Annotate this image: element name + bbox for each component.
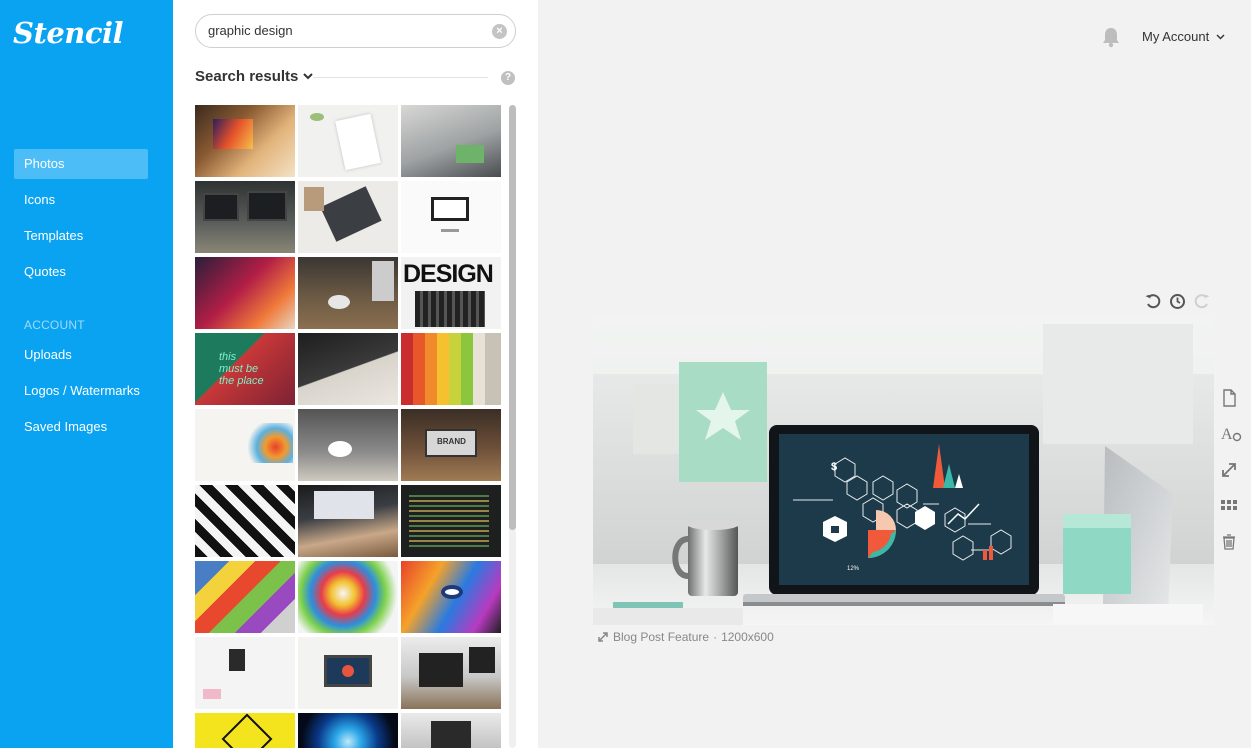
chevron-down-icon bbox=[303, 73, 314, 80]
chevron-down-icon bbox=[1216, 34, 1225, 39]
photo-thumbnail[interactable] bbox=[401, 333, 501, 405]
search-results-heading: Search results bbox=[195, 68, 299, 85]
sidebar-item-label: Photos bbox=[24, 156, 65, 171]
photo-thumbnail[interactable] bbox=[298, 713, 398, 748]
photo-results-grid: DESIGN this must be the place BRAND bbox=[195, 105, 501, 748]
sidebar-item-label: Quotes bbox=[24, 264, 66, 279]
sidebar-item-photos[interactable]: Photos bbox=[14, 149, 148, 179]
trash-icon[interactable] bbox=[1220, 533, 1238, 551]
caption-separator: · bbox=[713, 630, 718, 644]
photo-thumbnail[interactable] bbox=[195, 485, 295, 557]
new-page-icon[interactable] bbox=[1220, 389, 1238, 407]
template-name[interactable]: Blog Post Feature bbox=[613, 630, 709, 644]
photo-thumbnail[interactable] bbox=[298, 409, 398, 481]
photo-thumbnail[interactable] bbox=[195, 105, 295, 177]
undo-icon[interactable] bbox=[1145, 293, 1162, 310]
sidebar-item-uploads[interactable]: Uploads bbox=[14, 340, 148, 370]
search-results-dropdown[interactable]: Search results bbox=[195, 68, 314, 85]
sidebar-item-quotes[interactable]: Quotes bbox=[14, 257, 148, 287]
photo-thumbnail[interactable]: this must be the place bbox=[195, 333, 295, 405]
grid-icon[interactable] bbox=[1220, 497, 1238, 515]
photo-thumbnail[interactable] bbox=[401, 637, 501, 709]
sidebar-item-label: Uploads bbox=[24, 347, 72, 362]
svg-text:$: $ bbox=[831, 461, 837, 473]
canvas-image[interactable]: $ 12% bbox=[593, 314, 1214, 625]
help-icon[interactable]: ? bbox=[501, 71, 515, 85]
photo-thumbnail[interactable] bbox=[298, 257, 398, 329]
history-icon[interactable] bbox=[1169, 293, 1186, 310]
photo-thumbnail[interactable] bbox=[195, 257, 295, 329]
my-account-label: My Account bbox=[1142, 29, 1210, 44]
photo-thumbnail[interactable] bbox=[298, 561, 398, 633]
photo-thumbnail[interactable] bbox=[401, 105, 501, 177]
sidebar-item-templates[interactable]: Templates bbox=[14, 221, 148, 251]
search-panel: × Search results ? DESIGN thismust bethe… bbox=[173, 0, 538, 748]
sidebar-item-saved-images[interactable]: Saved Images bbox=[14, 412, 148, 442]
my-account-menu[interactable]: My Account bbox=[1142, 29, 1225, 44]
photo-thumbnail[interactable] bbox=[298, 181, 398, 253]
divider bbox=[313, 77, 488, 78]
svg-text:12%: 12% bbox=[847, 566, 860, 572]
photo-thumbnail[interactable] bbox=[195, 637, 295, 709]
search-input[interactable] bbox=[208, 23, 478, 38]
search-box: × bbox=[195, 14, 516, 48]
photo-thumbnail[interactable] bbox=[195, 561, 295, 633]
svg-text:A: A bbox=[1221, 426, 1233, 443]
sidebar-item-icons[interactable]: Icons bbox=[14, 185, 148, 215]
photo-thumbnail[interactable] bbox=[195, 181, 295, 253]
canvas-size: 1200x600 bbox=[721, 630, 774, 644]
account-section-heading: ACCOUNT bbox=[24, 318, 85, 332]
sidebar-item-logos-watermarks[interactable]: Logos / Watermarks bbox=[14, 376, 148, 406]
photo-thumbnail[interactable] bbox=[298, 637, 398, 709]
photo-thumbnail[interactable] bbox=[401, 713, 501, 748]
photo-thumbnail[interactable] bbox=[298, 485, 398, 557]
photo-thumbnail[interactable]: BRAND bbox=[401, 409, 501, 481]
photo-thumbnail[interactable] bbox=[195, 409, 295, 481]
laptop-desk-photo: $ 12% bbox=[593, 314, 1214, 625]
resize-icon[interactable] bbox=[1220, 461, 1238, 479]
clear-search-icon[interactable]: × bbox=[492, 24, 507, 39]
sidebar: Stencil Photos Icons Templates Quotes AC… bbox=[0, 0, 173, 748]
photo-thumbnail[interactable] bbox=[401, 485, 501, 557]
results-scrollbar[interactable] bbox=[509, 105, 516, 748]
redo-icon[interactable] bbox=[1193, 293, 1210, 310]
photo-thumbnail[interactable] bbox=[298, 333, 398, 405]
canvas-caption: Blog Post Feature · 1200x600 bbox=[597, 630, 774, 644]
photo-thumbnail[interactable]: DESIGN bbox=[401, 257, 501, 329]
expand-icon[interactable] bbox=[597, 631, 609, 643]
scrollbar-thumb[interactable] bbox=[509, 105, 516, 530]
sidebar-item-label: Icons bbox=[24, 192, 56, 207]
stencil-logo[interactable]: Stencil bbox=[13, 16, 124, 50]
photo-thumbnail[interactable] bbox=[298, 105, 398, 177]
photo-thumbnail[interactable] bbox=[195, 713, 295, 748]
sidebar-item-label: Templates bbox=[24, 228, 84, 243]
photo-thumbnail[interactable] bbox=[401, 561, 501, 633]
sidebar-item-label: Saved Images bbox=[24, 419, 108, 434]
photo-thumbnail[interactable] bbox=[401, 181, 501, 253]
notification-bell-icon[interactable] bbox=[1101, 26, 1121, 53]
add-text-icon[interactable]: A bbox=[1220, 425, 1242, 443]
sidebar-item-label: Logos / Watermarks bbox=[24, 383, 140, 398]
